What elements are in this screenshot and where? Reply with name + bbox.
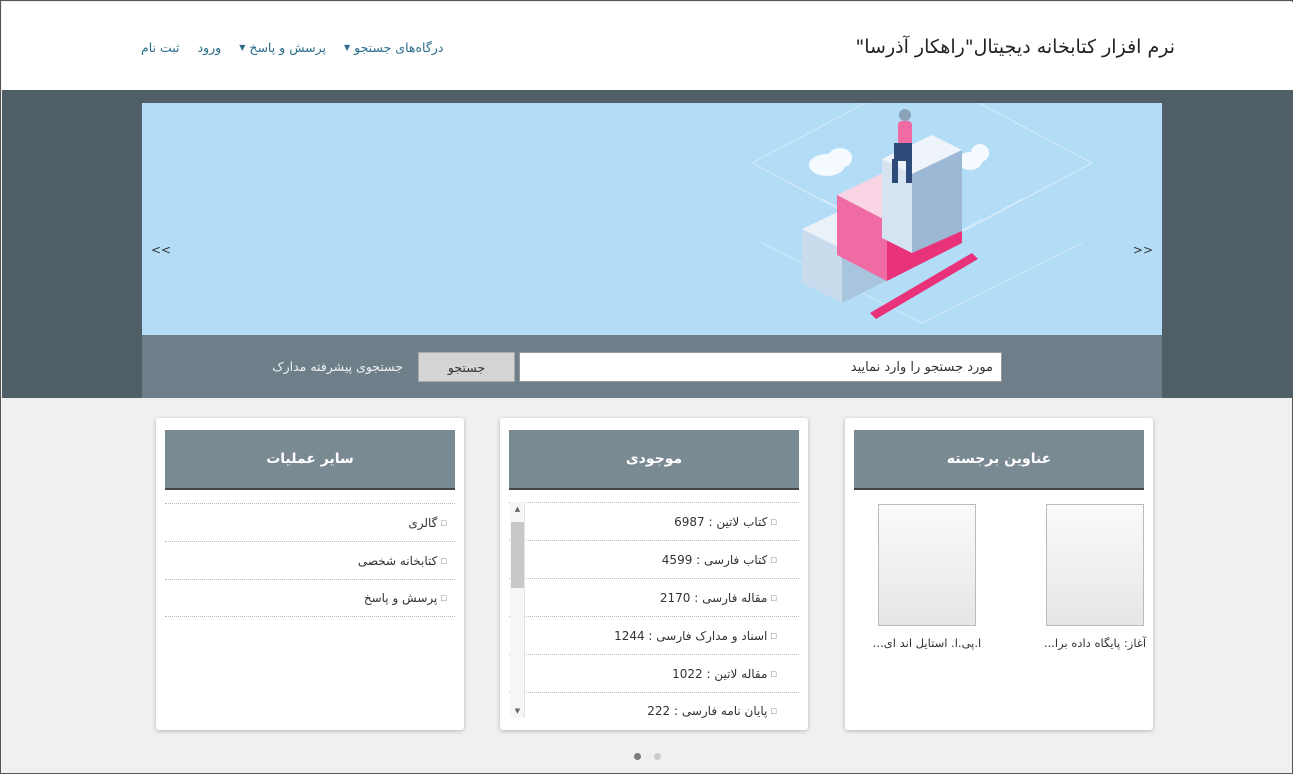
other-operations-list: □ گالری □ کتابخانه شخصی □ پرسش و پاسخ [165,503,455,617]
book-cover-thumbnail[interactable] [878,504,976,626]
list-item[interactable]: □ کتابخانه شخصی [165,541,455,579]
stock-scrollbar[interactable]: ▲ ▼ [510,502,525,718]
nav-qa[interactable]: پرسش و پاسخ ▼ [239,40,326,55]
slider-next-button[interactable]: >> [1133,243,1153,257]
bullet-icon: □ [770,669,777,678]
list-item[interactable]: □ مقاله لاتین : 1022 [509,654,799,692]
image-slider: << >> [142,103,1162,335]
featured-titles-heading: عناوین برجسته [854,430,1144,490]
list-item-label: مقاله فارسی : 2170 [659,590,768,605]
list-item-label: کتاب فارسی : 4599 [661,552,768,567]
list-item[interactable]: □ کتاب لاتین : 6987 [509,502,799,540]
bullet-icon: □ [440,594,447,602]
carousel-dots [634,753,661,760]
scroll-thumb[interactable] [511,522,524,588]
search-bar: جستجو جستجوی پیشرفته مدارک [142,335,1162,398]
stock-heading: موجودی [509,430,799,490]
other-operations-heading: سایر عملیات [165,430,455,490]
carousel-dot-active[interactable] [634,753,641,760]
chevron-down-icon: ▼ [239,43,246,52]
book-caption[interactable]: آغاز: پایگاه داده برا... [1040,636,1150,650]
nav-login-label: ورود [197,40,222,55]
book-caption[interactable]: ا.پی.ا. استایل اند ای... [872,636,982,650]
list-item-label: کتابخانه شخصی [357,553,438,568]
featured-titles-panel: عناوین برجسته آغاز: پایگاه داده برا... ا… [845,418,1153,730]
bullet-icon: □ [770,517,777,526]
bullet-icon: □ [770,555,777,564]
list-item[interactable]: □ گالری [165,503,455,541]
nav-register[interactable]: ثبت نام [141,40,180,55]
bullet-icon: □ [770,593,777,602]
list-item-label: اسناد و مدارک فارسی : 1244 [614,628,768,643]
hero-band: << >> جستجو جستجوی پیشرفته مدارک [2,90,1293,398]
list-item[interactable]: □ مقاله فارسی : 2170 [509,578,799,616]
list-item-label: پایان نامه فارسی : 222 [647,704,768,718]
list-item-label: گالری [408,515,438,530]
chevron-down-icon: ▼ [343,43,351,52]
nav-qa-label: پرسش و پاسخ [249,40,326,55]
other-operations-panel: سایر عملیات □ گالری □ کتابخانه شخصی □ پرسش … [156,418,464,730]
stock-list: □ کتاب لاتین : 6987 □ کتاب فارسی : 4599 □ م… [509,502,799,724]
site-title: نرم افزار کتابخانه دیجیتال"راهکار آذرسا" [855,36,1175,58]
list-item[interactable]: □ کتاب فارسی : 4599 [509,540,799,578]
search-input[interactable] [519,352,1002,382]
site-header: نرم افزار کتابخانه دیجیتال"راهکار آذرسا"… [2,2,1293,90]
book-cover-thumbnail[interactable] [1046,504,1144,626]
stock-panel: موجودی □ کتاب لاتین : 6987 □ کتاب فارسی : … [500,418,808,730]
slider-prev-button[interactable]: << [151,243,171,257]
carousel-dot[interactable] [654,753,661,760]
top-nav: درگاه‌های جستجو ▼ پرسش و پاسخ ▼ ورود ثبت… [141,40,443,55]
library-illustration [750,103,1094,324]
scroll-up-icon[interactable]: ▲ [510,502,525,516]
list-item[interactable]: □ پایان نامه فارسی : 222 [509,692,799,724]
search-button[interactable]: جستجو [418,352,515,382]
bullet-icon: □ [770,631,777,640]
list-item-label: پرسش و پاسخ [363,591,438,605]
bullet-icon: □ [770,707,777,715]
bullet-icon: □ [440,518,447,527]
nav-register-label: ثبت نام [141,40,180,55]
bullet-icon: □ [440,556,447,565]
list-item[interactable]: □ پرسش و پاسخ [165,579,455,617]
nav-search-portals-label: درگاه‌های جستجو [354,40,444,55]
nav-login[interactable]: ورود [198,40,222,55]
list-item-label: مقاله لاتین : 1022 [672,666,768,681]
list-item[interactable]: □ اسناد و مدارک فارسی : 1244 [509,616,799,654]
page-frame: نرم افزار کتابخانه دیجیتال"راهکار آذرسا"… [0,0,1293,774]
advanced-search-link[interactable]: جستجوی پیشرفته مدارک [272,359,403,374]
featured-thumbnails: آغاز: پایگاه داده برا... ا.پی.ا. استایل … [845,504,1153,664]
scroll-down-icon[interactable]: ▼ [510,704,525,718]
list-item-label: کتاب لاتین : 6987 [674,514,768,529]
nav-search-portals[interactable]: درگاه‌های جستجو ▼ [344,40,443,55]
